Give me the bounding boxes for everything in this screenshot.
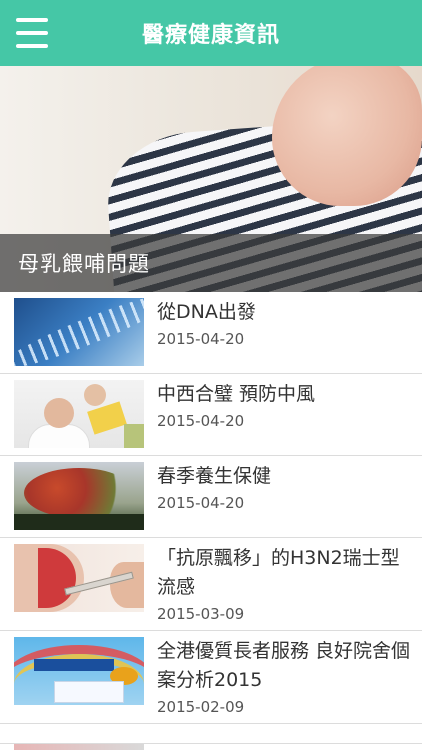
article-date: 2015-02-09 (157, 698, 245, 716)
app-title: 醫療健康資訊 (141, 23, 280, 48)
clipboard (87, 401, 127, 435)
hamburger-menu-icon[interactable] (16, 18, 48, 48)
brochure-thumbnail (14, 637, 144, 705)
hand (110, 562, 144, 608)
article-title: 全港優質長者服務 良好院舍個案分析2015 (157, 640, 411, 691)
banner-caption: 母乳餵哺問題 (18, 252, 150, 276)
article-title: 中西合璧 預防中風 (157, 383, 316, 405)
banner-caption-bar: 母乳餵哺問題 (0, 234, 422, 292)
article-info: 從DNA出發 2015-04-20 (144, 298, 266, 348)
article-date: 2015-04-20 (157, 330, 245, 348)
article-title: 從DNA出發 (157, 301, 256, 323)
brochure-banner (34, 659, 114, 671)
dna-thumbnail (14, 298, 144, 366)
doctor-head (44, 398, 74, 428)
menu-line (16, 31, 48, 35)
article-info: 春季養生保健 2015-04-20 (144, 462, 281, 512)
next-article-thumbnail-peek[interactable] (14, 744, 144, 750)
nurse-head (84, 384, 106, 406)
spring-tree-thumbnail (14, 462, 144, 530)
article-date: 2015-04-20 (157, 412, 245, 430)
article-item[interactable]: 「抗原飄移」的H3N2瑞士型流感 2015-03-09 (0, 538, 422, 631)
article-info: 中西合璧 預防中風 2015-04-20 (144, 380, 325, 430)
article-item[interactable]: 春季養生保健 2015-04-20 (0, 456, 422, 538)
article-info: 全港優質長者服務 良好院舍個案分析2015 2015-02-09 (144, 637, 422, 716)
article-date: 2015-03-09 (157, 605, 245, 623)
app-bar: 醫療健康資訊 (0, 0, 422, 66)
menu-line (16, 18, 48, 22)
article-item[interactable]: 全港優質長者服務 良好院舍個案分析2015 2015-02-09 (0, 631, 422, 724)
article-title: 春季養生保健 (157, 465, 272, 487)
article-title: 「抗原飄移」的H3N2瑞士型流感 (157, 547, 400, 598)
featured-article-banner[interactable]: 母乳餵哺問題 (0, 66, 422, 292)
article-info: 「抗原飄移」的H3N2瑞士型流感 2015-03-09 (144, 544, 422, 623)
vaccine-thumbnail (14, 544, 144, 612)
baby-hand-image (272, 66, 422, 206)
patient (124, 424, 144, 448)
article-item[interactable]: 從DNA出發 2015-04-20 (0, 292, 422, 374)
article-item[interactable]: 中西合璧 預防中風 2015-04-20 (0, 374, 422, 456)
doctors-thumbnail (14, 380, 144, 448)
menu-line (16, 44, 48, 48)
brochure-pages (54, 681, 124, 703)
article-list: 從DNA出發 2015-04-20 中西合璧 預防中風 2015-04-20 春… (0, 292, 422, 724)
article-date: 2015-04-20 (157, 494, 245, 512)
